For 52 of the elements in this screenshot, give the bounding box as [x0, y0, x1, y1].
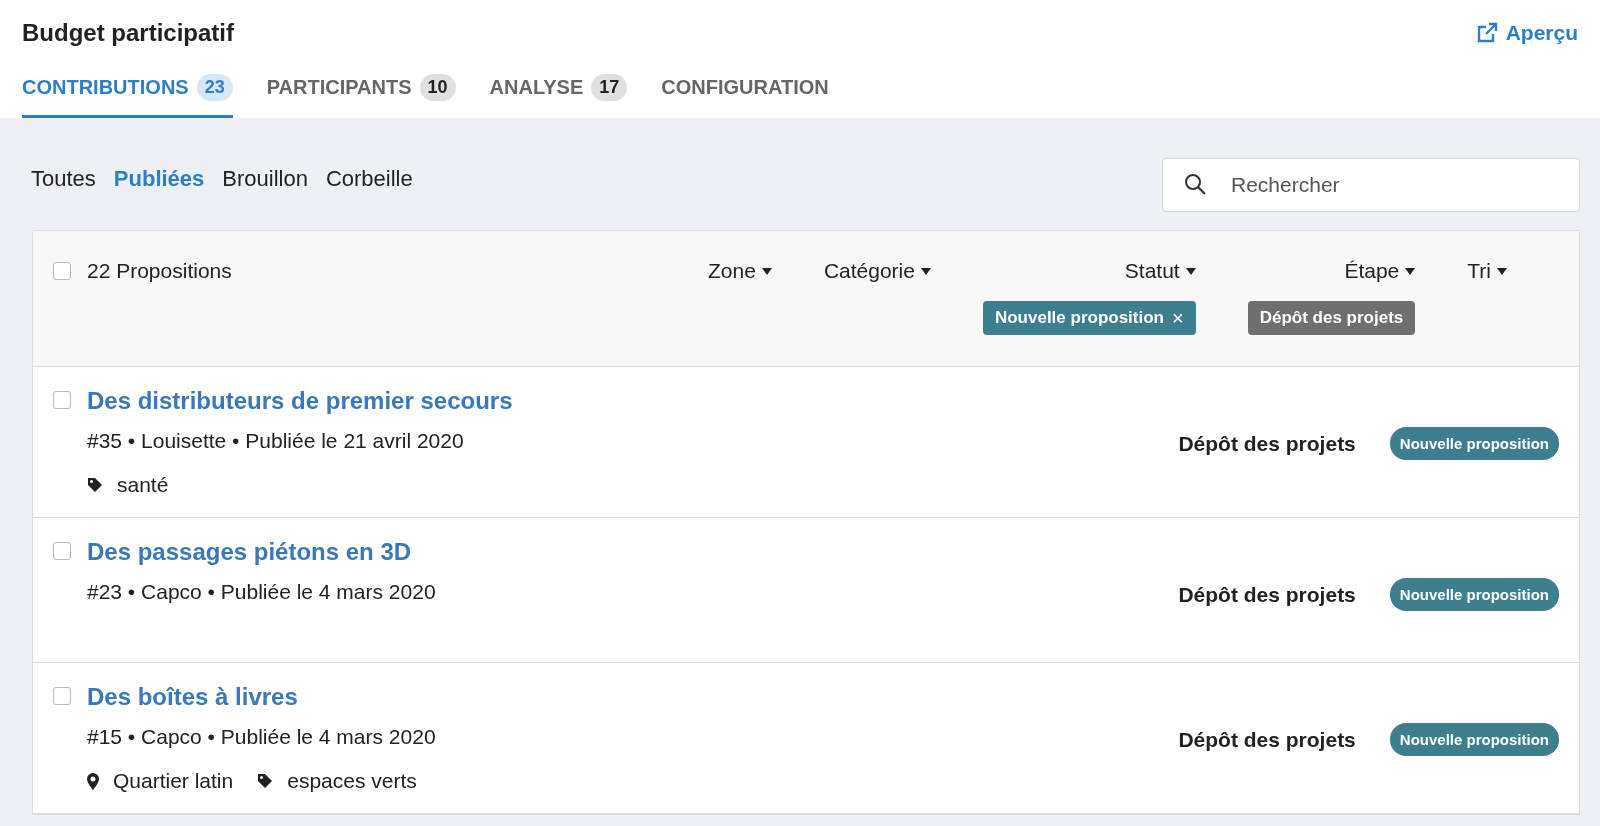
checkbox[interactable] — [53, 262, 71, 280]
filter-chip: Nouvelle proposition × — [982, 301, 1196, 335]
filter-dropdown[interactable]: Catégorie — [823, 259, 931, 283]
map-pin-icon — [87, 772, 99, 790]
filter-link[interactable]: Brouillon — [222, 166, 308, 192]
caret-icon — [761, 267, 772, 275]
count-badge: 17 — [591, 74, 628, 101]
tag-icon — [87, 477, 103, 493]
step-label: Dépôt des projets — [1178, 431, 1356, 456]
filter-link[interactable]: Publiées — [113, 166, 205, 192]
proposal-meta: #35 • Louisette • Publiée le 21 avril 2020 — [87, 429, 465, 453]
status-badge: Nouvelle proposition — [1389, 578, 1559, 611]
tag-label: espaces verts — [287, 769, 417, 793]
step-label: Dépôt des projets — [1178, 727, 1356, 752]
proposal-title-link[interactable]: Des distributeurs de premier secours — [87, 387, 1163, 415]
filter-dropdown[interactable]: Zone — [708, 259, 772, 283]
step-label: Dépôt des projets — [1178, 582, 1356, 607]
tag-icon — [257, 773, 274, 789]
tab[interactable]: PARTICIPANTS 10 — [266, 74, 456, 118]
proposal-meta: #23 • Capco • Publiée le 4 mars 2020 — [87, 580, 437, 604]
checkbox[interactable] — [53, 391, 71, 409]
caret-icon — [1185, 267, 1196, 275]
search-icon — [1184, 173, 1206, 195]
tab[interactable]: CONFIGURATION — [661, 74, 829, 118]
tab[interactable]: CONTRIBUTIONS 23 — [22, 74, 233, 118]
checkbox[interactable] — [53, 687, 71, 705]
proposal-title-link[interactable]: Des passages piétons en 3D — [87, 538, 1163, 566]
filter-dropdown[interactable]: Étape — [1344, 259, 1416, 283]
preview-link[interactable]: Aperçu — [1475, 21, 1578, 45]
proposal-title-link[interactable]: Des boîtes à livres — [87, 683, 1163, 711]
status-badge: Nouvelle proposition — [1389, 427, 1559, 460]
tag-label: santé — [117, 473, 169, 497]
filter-dropdown[interactable]: Statut — [1124, 259, 1196, 283]
external-link-icon — [1475, 22, 1498, 44]
proposal-meta: #15 • Capco • Publiée le 4 mars 2020 — [87, 725, 437, 749]
proposal-count: 22 Propositions — [87, 259, 232, 283]
status-badge: Nouvelle proposition — [1389, 723, 1559, 756]
caret-icon — [1405, 267, 1416, 275]
tag-label: Quartier latin — [113, 769, 234, 793]
page-title: Budget participatif — [22, 19, 234, 47]
tab[interactable]: ANALYSE 17 — [489, 74, 628, 118]
filter-dropdown[interactable]: Tri — [1467, 259, 1507, 283]
close-button[interactable]: × — [1172, 311, 1184, 325]
filter-link[interactable]: Toutes — [31, 166, 96, 192]
count-badge: 23 — [196, 74, 233, 101]
count-badge: 10 — [419, 74, 456, 101]
search-field[interactable]: Rechercher — [1162, 158, 1580, 212]
caret-icon — [1497, 267, 1507, 275]
filter-chip: Dépôt des projets — [1247, 301, 1416, 335]
caret-icon — [920, 267, 931, 275]
checkbox[interactable] — [53, 542, 71, 560]
filter-link[interactable]: Corbeille — [325, 166, 413, 192]
